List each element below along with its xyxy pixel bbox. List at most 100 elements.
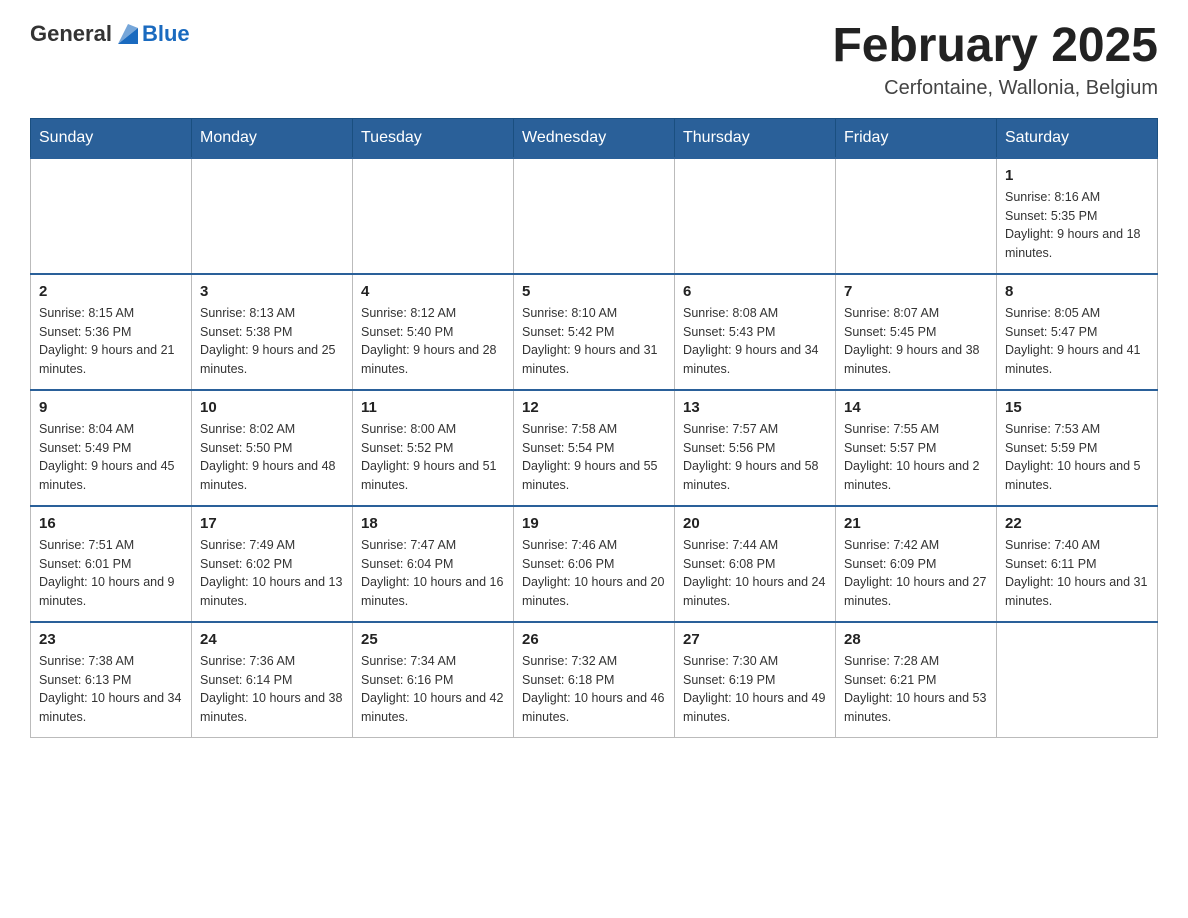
- daylight-text: Daylight: 10 hours and 31 minutes.: [1005, 575, 1147, 608]
- table-row: 1Sunrise: 8:16 AMSunset: 5:35 PMDaylight…: [997, 158, 1158, 274]
- table-row: 9Sunrise: 8:04 AMSunset: 5:49 PMDaylight…: [31, 390, 192, 506]
- sunrise-text: Sunrise: 7:36 AM: [200, 654, 295, 668]
- day-number: 4: [361, 283, 505, 300]
- sunrise-text: Sunrise: 8:07 AM: [844, 306, 939, 320]
- calendar-week-row: 2Sunrise: 8:15 AMSunset: 5:36 PMDaylight…: [31, 274, 1158, 390]
- day-info: Sunrise: 8:16 AMSunset: 5:35 PMDaylight:…: [1005, 188, 1149, 263]
- sunset-text: Sunset: 6:02 PM: [200, 557, 292, 571]
- sunrise-text: Sunrise: 7:42 AM: [844, 538, 939, 552]
- daylight-text: Daylight: 10 hours and 5 minutes.: [1005, 459, 1141, 492]
- day-number: 8: [1005, 283, 1149, 300]
- table-row: 24Sunrise: 7:36 AMSunset: 6:14 PMDayligh…: [192, 622, 353, 738]
- day-info: Sunrise: 7:32 AMSunset: 6:18 PMDaylight:…: [522, 652, 666, 727]
- day-number: 2: [39, 283, 183, 300]
- daylight-text: Daylight: 9 hours and 34 minutes.: [683, 343, 819, 376]
- day-info: Sunrise: 7:51 AMSunset: 6:01 PMDaylight:…: [39, 536, 183, 611]
- title-block: February 2025 Cerfontaine, Wallonia, Bel…: [832, 20, 1158, 100]
- sunset-text: Sunset: 5:45 PM: [844, 325, 936, 339]
- sunset-text: Sunset: 5:47 PM: [1005, 325, 1097, 339]
- sunrise-text: Sunrise: 7:58 AM: [522, 422, 617, 436]
- sunset-text: Sunset: 6:13 PM: [39, 673, 131, 687]
- table-row: 5 Sunrise: 8:10 AMSunset: 5:42 PMDaylight…: [514, 274, 675, 390]
- sunrise-text: Sunrise: 7:51 AM: [39, 538, 134, 552]
- table-row: 26Sunrise: 7:32 AMSunset: 6:18 PMDayligh…: [514, 622, 675, 738]
- sunrise-text: Sunrise: 7:32 AM: [522, 654, 617, 668]
- day-info: Sunrise: 8:02 AMSunset: 5:50 PMDaylight:…: [200, 420, 344, 495]
- sunrise-text: Sunrise: 7:55 AM: [844, 422, 939, 436]
- table-row: 11 Sunrise: 8:00 AMSunset: 5:52 PMDayligh…: [353, 390, 514, 506]
- day-number: 5: [522, 283, 666, 300]
- day-number: 23: [39, 631, 183, 648]
- table-row: 17Sunrise: 7:49 AMSunset: 6:02 PMDayligh…: [192, 506, 353, 622]
- table-row: 22 Sunrise: 7:40 AMSunset: 6:11 PMDayligh…: [997, 506, 1158, 622]
- logo-general: General: [30, 21, 112, 47]
- daylight-text: Daylight: 10 hours and 16 minutes.: [361, 575, 503, 608]
- sunset-text: Sunset: 6:21 PM: [844, 673, 936, 687]
- sunset-text: Sunset: 5:38 PM: [200, 325, 292, 339]
- sunrise-text: Sunrise: 8:08 AM: [683, 306, 778, 320]
- sunset-text: Sunset: 6:16 PM: [361, 673, 453, 687]
- sunset-text: Sunset: 5:35 PM: [1005, 209, 1097, 223]
- daylight-text: Daylight: 9 hours and 45 minutes.: [39, 459, 175, 492]
- sunset-text: Sunset: 6:06 PM: [522, 557, 614, 571]
- day-number: 28: [844, 631, 988, 648]
- table-row: [353, 158, 514, 274]
- weekday-header-row: Sunday Monday Tuesday Wednesday Thursday…: [31, 118, 1158, 158]
- table-row: 3Sunrise: 8:13 AMSunset: 5:38 PMDaylight…: [192, 274, 353, 390]
- daylight-text: Daylight: 10 hours and 38 minutes.: [200, 691, 342, 724]
- table-row: 20Sunrise: 7:44 AMSunset: 6:08 PMDayligh…: [675, 506, 836, 622]
- table-row: 2Sunrise: 8:15 AMSunset: 5:36 PMDaylight…: [31, 274, 192, 390]
- header-thursday: Thursday: [675, 118, 836, 158]
- daylight-text: Daylight: 9 hours and 58 minutes.: [683, 459, 819, 492]
- day-info: Sunrise: 7:38 AMSunset: 6:13 PMDaylight:…: [39, 652, 183, 727]
- sunrise-text: Sunrise: 7:38 AM: [39, 654, 134, 668]
- sunrise-text: Sunrise: 7:47 AM: [361, 538, 456, 552]
- daylight-text: Daylight: 10 hours and 24 minutes.: [683, 575, 825, 608]
- table-row: 18Sunrise: 7:47 AMSunset: 6:04 PMDayligh…: [353, 506, 514, 622]
- day-number: 6: [683, 283, 827, 300]
- sunset-text: Sunset: 6:04 PM: [361, 557, 453, 571]
- day-info: Sunrise: 8:00 AMSunset: 5:52 PMDaylight:…: [361, 420, 505, 495]
- daylight-text: Daylight: 9 hours and 51 minutes.: [361, 459, 497, 492]
- sunrise-text: Sunrise: 8:05 AM: [1005, 306, 1100, 320]
- sunset-text: Sunset: 5:40 PM: [361, 325, 453, 339]
- day-number: 1: [1005, 167, 1149, 184]
- sunset-text: Sunset: 6:18 PM: [522, 673, 614, 687]
- daylight-text: Daylight: 9 hours and 41 minutes.: [1005, 343, 1141, 376]
- day-info: Sunrise: 8:05 AM Sunset: 5:47 PM Daylight:…: [1005, 304, 1149, 379]
- day-info: Sunrise: 8:07 AMSunset: 5:45 PMDaylight:…: [844, 304, 988, 379]
- sunrise-text: Sunrise: 7:40 AM: [1005, 538, 1100, 552]
- day-number: 11: [361, 399, 505, 416]
- page-header: General Blue February 2025 Cerfontaine, …: [30, 20, 1158, 100]
- sunset-text: Sunset: 5:57 PM: [844, 441, 936, 455]
- day-info: Sunrise: 7:47 AM Sunset: 6:04 PM Daylight:…: [361, 536, 505, 611]
- daylight-text: Daylight: 10 hours and 49 minutes.: [683, 691, 825, 724]
- day-info: Sunrise: 8:08 AMSunset: 5:43 PMDaylight:…: [683, 304, 827, 379]
- day-info: Sunrise: 7:34 AMSunset: 6:16 PMDaylight:…: [361, 652, 505, 727]
- sunrise-text: Sunrise: 8:16 AM: [1005, 190, 1100, 204]
- day-number: 19: [522, 515, 666, 532]
- daylight-text: Daylight: 10 hours and 42 minutes.: [361, 691, 503, 724]
- sunrise-text: Sunrise: 7:49 AM: [200, 538, 295, 552]
- table-row: 13Sunrise: 7:57 AMSunset: 5:56 PMDayligh…: [675, 390, 836, 506]
- day-info: Sunrise: 7:53 AMSunset: 5:59 PMDaylight:…: [1005, 420, 1149, 495]
- table-row: 8 Sunrise: 8:05 AM Sunset: 5:47 PM Daylight…: [997, 274, 1158, 390]
- day-info: Sunrise: 8:10 AMSunset: 5:42 PMDaylight:…: [522, 304, 666, 379]
- sunset-text: Sunset: 5:42 PM: [522, 325, 614, 339]
- table-row: 21Sunrise: 7:42 AMSunset: 6:09 PMDayligh…: [836, 506, 997, 622]
- sunset-text: Sunset: 5:36 PM: [39, 325, 131, 339]
- table-row: 10Sunrise: 8:02 AMSunset: 5:50 PMDayligh…: [192, 390, 353, 506]
- sunset-text: Sunset: 6:14 PM: [200, 673, 292, 687]
- daylight-text: Daylight: 10 hours and 2 minutes.: [844, 459, 980, 492]
- day-number: 7: [844, 283, 988, 300]
- day-number: 21: [844, 515, 988, 532]
- day-number: 22: [1005, 515, 1149, 532]
- header-monday: Monday: [192, 118, 353, 158]
- table-row: 7Sunrise: 8:07 AMSunset: 5:45 PMDaylight…: [836, 274, 997, 390]
- sunrise-text: Sunrise: 7:30 AM: [683, 654, 778, 668]
- day-info: Sunrise: 7:40 AMSunset: 6:11 PMDaylight:…: [1005, 536, 1149, 611]
- sunrise-text: Sunrise: 8:00 AM: [361, 422, 456, 436]
- day-number: 14: [844, 399, 988, 416]
- day-info: Sunrise: 7:57 AMSunset: 5:56 PMDaylight:…: [683, 420, 827, 495]
- table-row: [31, 158, 192, 274]
